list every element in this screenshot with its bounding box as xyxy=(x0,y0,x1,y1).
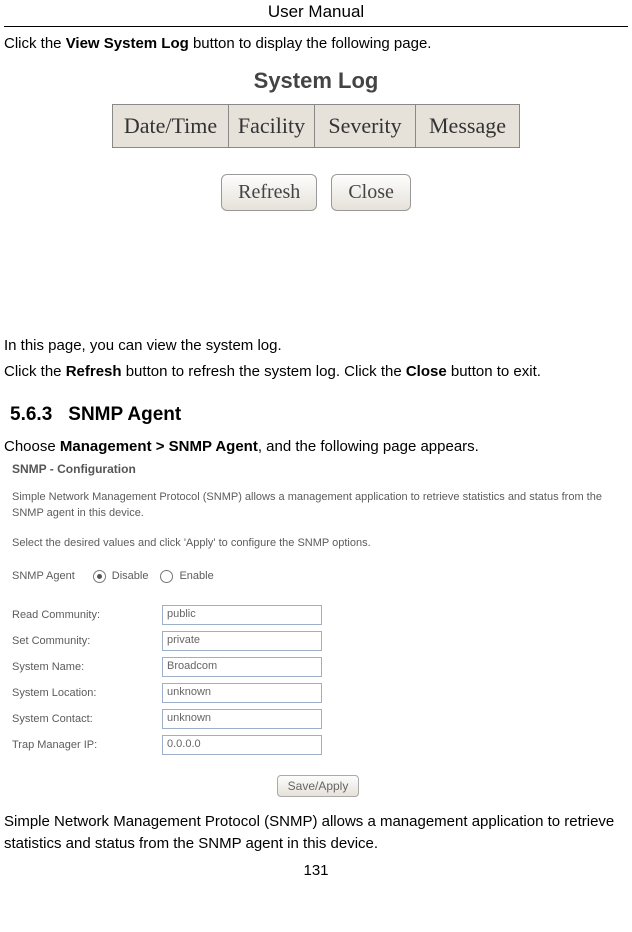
system-location-input[interactable]: unknown xyxy=(162,683,322,703)
label: System Name: xyxy=(12,661,162,673)
text: button to refresh the system log. Click … xyxy=(122,363,406,380)
section-title: SNMP Agent xyxy=(68,404,181,425)
radio-disable-label: Disable xyxy=(112,570,149,582)
snmp-form: Read Community: public Set Community: pr… xyxy=(12,605,624,755)
para-closing: Simple Network Management Protocol (SNMP… xyxy=(4,811,628,856)
figure-system-log: System Log Date/Time Facility Severity M… xyxy=(112,68,520,211)
label: Read Community: xyxy=(12,609,162,621)
text: button to display the following page. xyxy=(189,35,432,52)
text: , and the following page appears. xyxy=(258,438,479,455)
save-apply-button[interactable]: Save/Apply xyxy=(277,775,360,797)
section-heading: 5.6.3 SNMP Agent xyxy=(10,404,628,426)
refresh-button[interactable]: Refresh xyxy=(221,174,317,211)
bold-text: Refresh xyxy=(66,363,122,380)
row-system-contact: System Contact: unknown xyxy=(12,709,624,729)
bold-text: View System Log xyxy=(66,35,189,52)
snmp-agent-toggle: SNMP Agent Disable Enable xyxy=(12,570,624,583)
label: Set Community: xyxy=(12,635,162,647)
system-contact-input[interactable]: unknown xyxy=(162,709,322,729)
text: Click the xyxy=(4,35,66,52)
label: System Location: xyxy=(12,687,162,699)
row-system-name: System Name: Broadcom xyxy=(12,657,624,677)
bold-text: Management > SNMP Agent xyxy=(60,438,258,455)
radio-enable-label: Enable xyxy=(179,570,213,582)
radio-enable[interactable] xyxy=(160,570,173,583)
snmp-title: SNMP - Configuration xyxy=(12,462,624,476)
row-set-community: Set Community: private xyxy=(12,631,624,651)
col-facility: Facility xyxy=(229,105,315,147)
col-severity: Severity xyxy=(315,105,416,147)
para-intro: Click the View System Log button to disp… xyxy=(4,33,628,56)
trap-manager-input[interactable]: 0.0.0.0 xyxy=(162,735,322,755)
text: button to exit. xyxy=(447,363,541,380)
row-trap-manager: Trap Manager IP: 0.0.0.0 xyxy=(12,735,624,755)
system-log-title: System Log xyxy=(112,68,520,94)
set-community-input[interactable]: private xyxy=(162,631,322,651)
para-after2: Click the Refresh button to refresh the … xyxy=(4,361,628,384)
system-log-table-header: Date/Time Facility Severity Message xyxy=(112,104,520,148)
row-system-location: System Location: unknown xyxy=(12,683,624,703)
page-number: 131 xyxy=(4,862,628,879)
snmp-agent-label: SNMP Agent xyxy=(12,570,75,582)
para-choose: Choose Management > SNMP Agent, and the … xyxy=(4,436,628,459)
figure-snmp-config: SNMP - Configuration Simple Network Mana… xyxy=(12,462,624,793)
radio-disable[interactable] xyxy=(93,570,106,583)
button-row: Refresh Close xyxy=(112,174,520,211)
col-date: Date/Time xyxy=(113,105,229,147)
page-header: User Manual xyxy=(4,0,628,27)
label: Trap Manager IP: xyxy=(12,739,162,751)
row-read-community: Read Community: public xyxy=(12,605,624,625)
para-after1: In this page, you can view the system lo… xyxy=(4,335,628,358)
label: System Contact: xyxy=(12,713,162,725)
text: Choose xyxy=(4,438,60,455)
snmp-desc2: Select the desired values and click 'App… xyxy=(12,536,624,552)
read-community-input[interactable]: public xyxy=(162,605,322,625)
system-name-input[interactable]: Broadcom xyxy=(162,657,322,677)
bold-text: Close xyxy=(406,363,447,380)
section-number: 5.6.3 xyxy=(10,404,52,425)
close-button[interactable]: Close xyxy=(331,174,411,211)
snmp-desc1: Simple Network Management Protocol (SNMP… xyxy=(12,490,624,522)
text: Click the xyxy=(4,363,66,380)
col-message: Message xyxy=(416,105,519,147)
